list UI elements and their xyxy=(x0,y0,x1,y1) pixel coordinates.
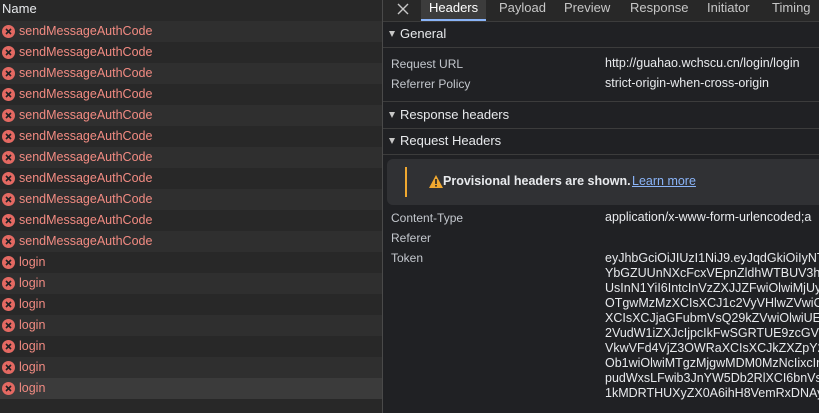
request-name: login xyxy=(19,318,46,332)
request-row[interactable]: sendMessageAuthCode xyxy=(0,189,382,210)
request-row[interactable]: login xyxy=(0,336,382,357)
learn-more-link[interactable]: Learn more xyxy=(632,174,696,188)
error-circle-icon xyxy=(2,277,15,290)
content-type-value: application/x-www-form-urlencoded;a xyxy=(605,210,812,224)
request-name: sendMessageAuthCode xyxy=(19,66,153,80)
request-row[interactable]: login xyxy=(0,294,382,315)
request-row[interactable]: login xyxy=(0,378,382,399)
token-value: eyJhbGciOiJIUzI1NiJ9.eyJqdGkiOiIyNT YbGZU… xyxy=(605,251,819,401)
warning-accent-bar xyxy=(405,167,407,197)
request-name: login xyxy=(19,339,46,353)
error-circle-icon xyxy=(2,298,15,311)
request-name: sendMessageAuthCode xyxy=(19,150,153,164)
request-name: sendMessageAuthCode xyxy=(19,129,153,143)
token-line: OTgwMzMzXCIsXCJ1c2VyVHlwZVwiO xyxy=(605,296,819,310)
request-row[interactable]: login xyxy=(0,252,382,273)
tab-headers[interactable]: Headers xyxy=(421,0,487,21)
token-line: pudWxsLFwib3JnYW5Db2RlXCI6bnVs xyxy=(605,371,819,385)
request-row[interactable]: login xyxy=(0,357,382,378)
error-circle-icon xyxy=(2,151,15,164)
request-row[interactable]: sendMessageAuthCode xyxy=(0,126,382,147)
error-circle-icon xyxy=(2,361,15,374)
error-circle-icon xyxy=(2,88,15,101)
tab-timing[interactable]: Timing xyxy=(772,0,811,21)
error-circle-icon xyxy=(2,382,15,395)
request-headers-title: Request Headers xyxy=(400,133,502,148)
request-name: sendMessageAuthCode xyxy=(19,192,153,206)
request-row[interactable]: sendMessageAuthCode xyxy=(0,147,382,168)
token-label: Token xyxy=(391,251,424,265)
request-row[interactable]: login xyxy=(0,315,382,336)
error-circle-icon xyxy=(2,214,15,227)
details-tabbar: Headers Payload Preview Response Initiat… xyxy=(383,0,819,22)
request-name: sendMessageAuthCode xyxy=(19,213,153,227)
request-url-label: Request URL xyxy=(391,57,464,71)
request-name: login xyxy=(19,381,46,395)
token-line: XCIsXCJjaGFubmVsQ29kZVwiOlwiUEl xyxy=(605,311,819,325)
response-headers-title: Response headers xyxy=(400,107,510,122)
error-circle-icon xyxy=(2,319,15,332)
request-name: login xyxy=(19,255,46,269)
error-circle-icon xyxy=(2,46,15,59)
request-url-value: http://guahao.wchscu.cn/login/login xyxy=(605,56,800,70)
request-details-panel: Headers Payload Preview Response Initiat… xyxy=(383,0,819,413)
request-name: sendMessageAuthCode xyxy=(19,24,153,38)
request-name: sendMessageAuthCode xyxy=(19,234,153,248)
token-line: Ob1wiOlwiMTgzMjgwMDM0MzNcIixcIn xyxy=(605,356,819,370)
error-circle-icon xyxy=(2,172,15,185)
close-icon[interactable] xyxy=(395,0,411,20)
token-line: 2VudW1iZXJcIjpcIkFwSGRTUE9zcGV xyxy=(605,326,819,340)
tab-initiator[interactable]: Initiator xyxy=(707,0,750,21)
request-row[interactable]: login xyxy=(0,273,382,294)
provisional-headers-text: Provisional headers are shown. xyxy=(443,174,631,188)
token-line: eyJhbGciOiJIUzI1NiJ9.eyJqdGkiOiIyNT xyxy=(605,251,819,265)
request-name: sendMessageAuthCode xyxy=(19,87,153,101)
request-row[interactable]: sendMessageAuthCode xyxy=(0,231,382,252)
referer-label: Referer xyxy=(391,231,432,245)
request-list: sendMessageAuthCode sendMessageAuthCode se… xyxy=(0,21,382,399)
request-name: sendMessageAuthCode xyxy=(19,108,153,122)
referrer-policy-label: Referrer Policy xyxy=(391,77,471,91)
error-circle-icon xyxy=(2,235,15,248)
response-headers-section-header[interactable]: Response headers xyxy=(383,101,819,129)
error-circle-icon xyxy=(2,193,15,206)
request-headers-section-header[interactable]: Request Headers xyxy=(383,128,819,155)
tab-preview[interactable]: Preview xyxy=(564,0,610,21)
collapse-triangle-icon xyxy=(389,112,395,118)
error-circle-icon xyxy=(2,109,15,122)
referrer-policy-value: strict-origin-when-cross-origin xyxy=(605,76,769,90)
request-name: sendMessageAuthCode xyxy=(19,45,153,59)
collapse-triangle-icon xyxy=(389,138,395,144)
general-section-header[interactable]: General xyxy=(383,21,819,48)
content-type-label: Content-Type xyxy=(391,211,464,225)
error-circle-icon xyxy=(2,25,15,38)
token-line: VkwVFd4VjZ3OWRaXCIsXCJkZXZpY2 xyxy=(605,341,819,355)
token-line: 1kMDRTHUXyZX0A6ihH8VemRxDNAy xyxy=(605,386,819,400)
provisional-headers-banner: Provisional headers are shown. Learn mor… xyxy=(387,159,819,205)
token-line: UsInN1YiI6IntcInVzZXJJZFwiOlwiMjUy xyxy=(605,281,819,295)
request-row[interactable]: sendMessageAuthCode xyxy=(0,210,382,231)
tab-payload[interactable]: Payload xyxy=(499,0,546,21)
general-section-title: General xyxy=(400,26,447,41)
request-name: sendMessageAuthCode xyxy=(19,171,153,185)
name-column-header[interactable]: Name xyxy=(0,0,382,22)
tab-response[interactable]: Response xyxy=(630,0,689,21)
error-circle-icon xyxy=(2,340,15,353)
error-circle-icon xyxy=(2,67,15,80)
warning-triangle-icon xyxy=(428,174,444,189)
request-row[interactable]: sendMessageAuthCode xyxy=(0,21,382,42)
request-list-panel: Name sendMessageAuthCode sendMessageAuthC… xyxy=(0,0,382,413)
request-row[interactable]: sendMessageAuthCode xyxy=(0,63,382,84)
token-line: YbGZUUnNXcFcxVEpnZldhWTBUV3hW xyxy=(605,266,819,280)
collapse-triangle-icon xyxy=(389,31,395,37)
error-circle-icon xyxy=(2,130,15,143)
request-name: login xyxy=(19,297,46,311)
request-row[interactable]: sendMessageAuthCode xyxy=(0,168,382,189)
request-row[interactable]: sendMessageAuthCode xyxy=(0,42,382,63)
error-circle-icon xyxy=(2,256,15,269)
request-row[interactable]: sendMessageAuthCode xyxy=(0,105,382,126)
request-row[interactable]: sendMessageAuthCode xyxy=(0,84,382,105)
request-name: login xyxy=(19,360,46,374)
request-name: login xyxy=(19,276,46,290)
